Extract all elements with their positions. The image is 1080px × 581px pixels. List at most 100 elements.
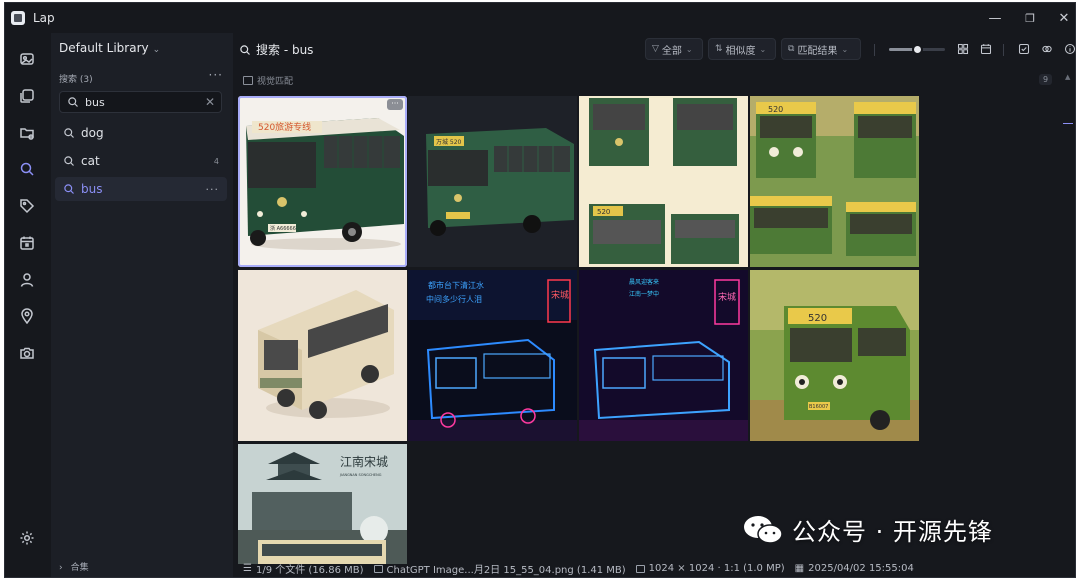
plate-text: 浙 A66666 bbox=[270, 225, 296, 232]
link-icon[interactable] bbox=[1039, 41, 1055, 57]
photos-icon[interactable] bbox=[15, 47, 39, 71]
saved-search-item[interactable]: dog bbox=[55, 121, 227, 145]
main-area: 搜索 - bus ▽ 全部 ⌄ ⇅ 相似度 ⌄ ⧉ 匹配结果 ⌄ 视觉匹配 9 … bbox=[233, 33, 1075, 577]
maximize-button[interactable]: ❐ bbox=[1013, 3, 1047, 33]
search-field[interactable]: ✕ bbox=[59, 91, 222, 113]
match-result-dropdown[interactable]: ⧉ 匹配结果 ⌄ bbox=[781, 38, 861, 60]
library-selector[interactable]: Default Library ⌄ bbox=[59, 41, 160, 55]
visual-match-label: 视觉匹配 bbox=[243, 74, 293, 87]
chevron-down-icon: ⌄ bbox=[685, 44, 693, 54]
zoom-slider-handle[interactable] bbox=[911, 44, 923, 55]
page-title-text: 搜索 - bus bbox=[256, 43, 314, 57]
clear-icon[interactable]: ✕ bbox=[205, 95, 215, 109]
calendar-icon: ▦ bbox=[794, 563, 805, 574]
collection-toggle[interactable]: › 合集 bbox=[59, 560, 89, 573]
more-icon[interactable]: ··· bbox=[387, 99, 403, 110]
calendar-view-icon[interactable] bbox=[978, 41, 994, 57]
file-name-text: ChatGPT Image...月2日 15_55_04.png (1.41 M… bbox=[386, 565, 626, 576]
more-icon[interactable]: ··· bbox=[209, 68, 223, 82]
watermark: 公众号 · 开源先锋 bbox=[742, 512, 993, 547]
poster-title-text: 江南宋城 bbox=[340, 454, 388, 469]
thumbnail[interactable]: 万城 520 bbox=[408, 96, 577, 267]
camera-icon[interactable] bbox=[15, 341, 39, 365]
thumbnail[interactable]: 520 bbox=[750, 96, 919, 267]
file-count: ☰ 1/9 个文件 (16.86 MB) bbox=[243, 561, 364, 576]
file-name: ChatGPT Image...月2日 15_55_04.png (1.41 M… bbox=[373, 561, 626, 576]
scroll-position-marker bbox=[1063, 123, 1073, 124]
search-input[interactable] bbox=[85, 95, 195, 109]
zoom-slider[interactable] bbox=[889, 44, 945, 55]
saved-search-item-active[interactable]: bus ··· bbox=[55, 177, 227, 201]
filter-label: 匹配结果 bbox=[797, 45, 838, 57]
location-icon[interactable] bbox=[15, 304, 39, 328]
bus-sign-text: 宋城 bbox=[718, 291, 736, 303]
image-date: ▦ 2025/04/02 15:55:04 bbox=[795, 563, 914, 574]
search-icon[interactable] bbox=[15, 157, 39, 181]
list-icon: ☰ bbox=[243, 563, 252, 574]
result-count-badge: 9 bbox=[1039, 74, 1053, 85]
app-logo-icon bbox=[11, 11, 25, 25]
calendar-icon[interactable] bbox=[15, 231, 39, 255]
thumbnail[interactable]: 晨风迎客来 江南一梦中 宋城 bbox=[579, 270, 748, 441]
more-icon[interactable]: ··· bbox=[206, 183, 220, 196]
divider bbox=[1003, 44, 1004, 56]
search-icon bbox=[240, 44, 250, 55]
bus-sign-text: 520 bbox=[808, 313, 827, 324]
scroll-up-icon[interactable]: ▲ bbox=[1065, 73, 1070, 81]
settings-icon[interactable] bbox=[15, 526, 39, 550]
saved-search-item[interactable]: cat 4 bbox=[55, 149, 227, 173]
filter-icon: ▽ bbox=[652, 44, 659, 54]
folder-settings-icon[interactable] bbox=[15, 121, 39, 145]
sort-icon: ⇅ bbox=[715, 44, 723, 54]
thumbnail[interactable]: 520旅游专线 浙 A66666 ··· bbox=[238, 96, 407, 267]
image-dimensions-text: 1024 × 1024 · 1:1 (1.0 MP) bbox=[648, 563, 785, 574]
minimize-button[interactable]: — bbox=[978, 3, 1012, 33]
app-title: Lap bbox=[33, 11, 55, 25]
svg-text:中间多少行人泪: 中间多少行人泪 bbox=[426, 294, 482, 304]
image-icon bbox=[243, 76, 253, 85]
filter-all-dropdown[interactable]: ▽ 全部 ⌄ bbox=[645, 38, 703, 60]
svg-text:都市台下清江水: 都市台下清江水 bbox=[428, 280, 484, 290]
tag-icon[interactable] bbox=[15, 194, 39, 218]
thumbnail[interactable] bbox=[238, 270, 407, 441]
wechat-logo-icon bbox=[744, 515, 783, 544]
thumbnail[interactable]: 都市台下清江水 中间多少行人泪 宋城 bbox=[408, 270, 577, 441]
library-panel: Default Library⌄ 搜索 (3) ··· ✕ dog cat 4 … bbox=[51, 33, 233, 577]
search-icon bbox=[68, 97, 78, 107]
app-window: Lap — ❐ ✕ Default Library ⌄ 搜索 (3) ··· b… bbox=[4, 2, 1076, 578]
saved-search-label: bus bbox=[81, 182, 103, 196]
search-icon bbox=[64, 184, 74, 194]
grid-view-icon[interactable] bbox=[955, 41, 971, 57]
file-count-text: 1/9 个文件 (16.86 MB) bbox=[255, 565, 364, 576]
image-icon bbox=[373, 564, 383, 573]
svg-text:晨风迎客来: 晨风迎客来 bbox=[629, 278, 659, 286]
divider bbox=[874, 44, 875, 56]
bus-sign-text: 520 bbox=[597, 208, 610, 216]
search-icon bbox=[64, 128, 74, 138]
bus-sign-text: 万城 520 bbox=[436, 139, 462, 146]
close-button[interactable]: ✕ bbox=[1047, 3, 1075, 33]
bus-sign-text: 520旅游专线 bbox=[258, 121, 311, 133]
chevron-down-icon: ⌄ bbox=[152, 45, 161, 55]
thumbnail[interactable]: 520 B16007 bbox=[750, 270, 919, 441]
image-icon bbox=[635, 564, 645, 573]
icon-rail bbox=[5, 33, 49, 577]
info-icon[interactable] bbox=[1062, 41, 1075, 57]
collection-label: 合集 bbox=[70, 563, 89, 573]
bus-sign-text: 520 bbox=[768, 105, 783, 114]
match-icon: ⧉ bbox=[788, 44, 795, 54]
page-title: 搜索 - bus bbox=[239, 41, 313, 58]
plate-text: B16007 bbox=[809, 404, 828, 410]
chevron-right-icon: › bbox=[59, 563, 63, 573]
thumbnail[interactable]: 江南宋城 JIANGNAN SONGCHENG bbox=[238, 444, 407, 564]
title-bar: Lap — ❐ ✕ bbox=[5, 3, 1075, 33]
visual-match-text: 视觉匹配 bbox=[257, 77, 294, 87]
status-bar: ☰ 1/9 个文件 (16.86 MB) ChatGPT Image...月2日 … bbox=[233, 560, 1075, 577]
image-dimensions: 1024 × 1024 · 1:1 (1.0 MP) bbox=[635, 563, 785, 574]
thumbnail[interactable]: 520 bbox=[579, 96, 748, 267]
person-icon[interactable] bbox=[15, 268, 39, 292]
select-checkbox-icon[interactable] bbox=[1016, 41, 1032, 57]
albums-icon[interactable] bbox=[15, 84, 39, 108]
saved-search-count: 4 bbox=[213, 156, 219, 166]
sort-similarity-dropdown[interactable]: ⇅ 相似度 ⌄ bbox=[708, 38, 776, 60]
